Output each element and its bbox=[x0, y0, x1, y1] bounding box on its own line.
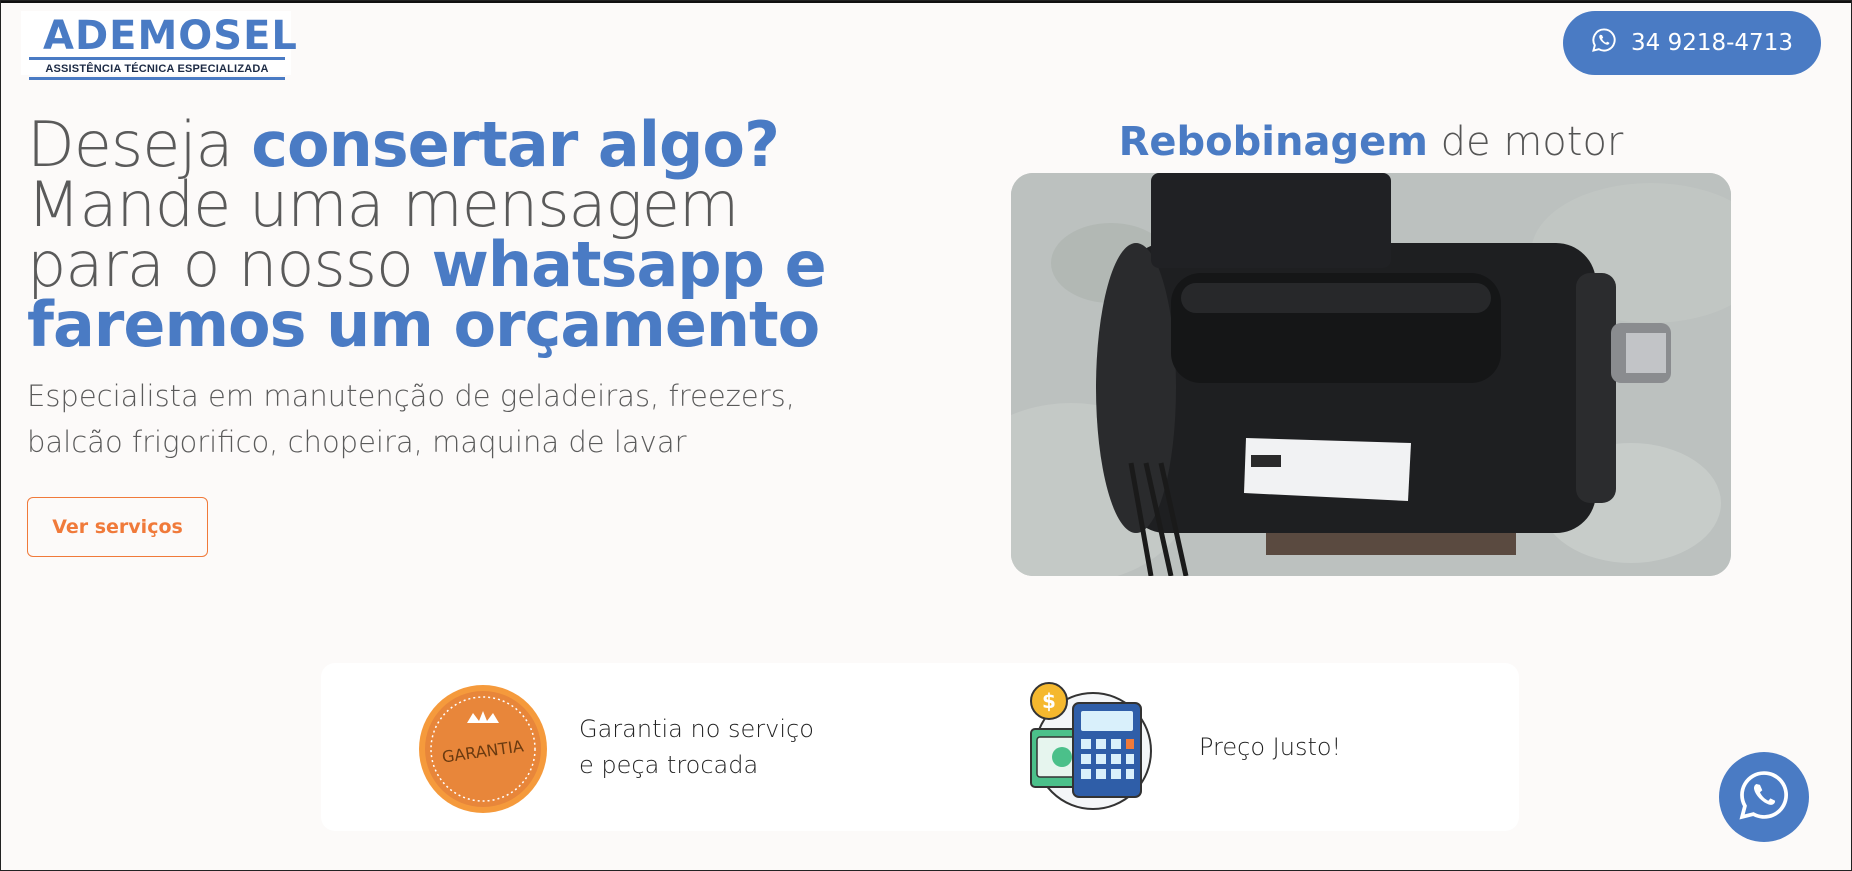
logo-divider bbox=[29, 57, 285, 60]
subtitle-line: balcão frigorifico, chopeira, maquina de… bbox=[27, 425, 687, 459]
svg-text:$: $ bbox=[1042, 689, 1056, 713]
whatsapp-phone-button[interactable]: 34 9218-4713 bbox=[1563, 11, 1821, 75]
feature-warranty-text: Garantia no serviço e peça trocada bbox=[579, 711, 814, 783]
feature-line: Garantia no serviço bbox=[579, 715, 814, 743]
logo-name: ADEMOSEL bbox=[43, 13, 298, 59]
warranty-badge-icon: GARANTIA bbox=[417, 683, 549, 819]
feature-line: e peça trocada bbox=[579, 751, 759, 779]
motor-photo bbox=[1011, 173, 1731, 576]
logo-divider-bottom bbox=[29, 77, 285, 80]
showcase-title-highlight: Rebobinagem bbox=[1118, 119, 1428, 165]
feature-price-text: Preço Justo! bbox=[1199, 733, 1342, 761]
brand-logo[interactable]: ADEMOSEL ASSISTÊNCIA TÉCNICA ESPECIALIZA… bbox=[21, 11, 298, 80]
hero-subtitle: Especialista em manutenção de geladeiras… bbox=[27, 373, 847, 465]
phone-number: 34 9218-4713 bbox=[1631, 30, 1793, 56]
logo-tagline: ASSISTÊNCIA TÉCNICA ESPECIALIZADA bbox=[45, 63, 269, 75]
view-services-button[interactable]: Ver serviços bbox=[27, 497, 208, 557]
whatsapp-icon bbox=[1737, 768, 1791, 826]
headline-highlight: faremos um orçamento bbox=[27, 288, 820, 361]
hero-headline: Deseja consertar algo? Mande uma mensage… bbox=[27, 114, 927, 361]
subtitle-line: Especialista em manutenção de geladeiras… bbox=[27, 379, 795, 413]
whatsapp-icon bbox=[1591, 27, 1617, 59]
calculator-money-icon: $ bbox=[1025, 681, 1155, 815]
headline-text: Mande uma mensagem bbox=[27, 168, 739, 241]
showcase-title: Rebobinagem de motor bbox=[1011, 119, 1731, 165]
features-bar: GARANTIA Garantia no serviço e peça troc… bbox=[321, 663, 1519, 831]
showcase-title-rest: de motor bbox=[1427, 119, 1624, 165]
whatsapp-float-button[interactable] bbox=[1719, 752, 1809, 842]
